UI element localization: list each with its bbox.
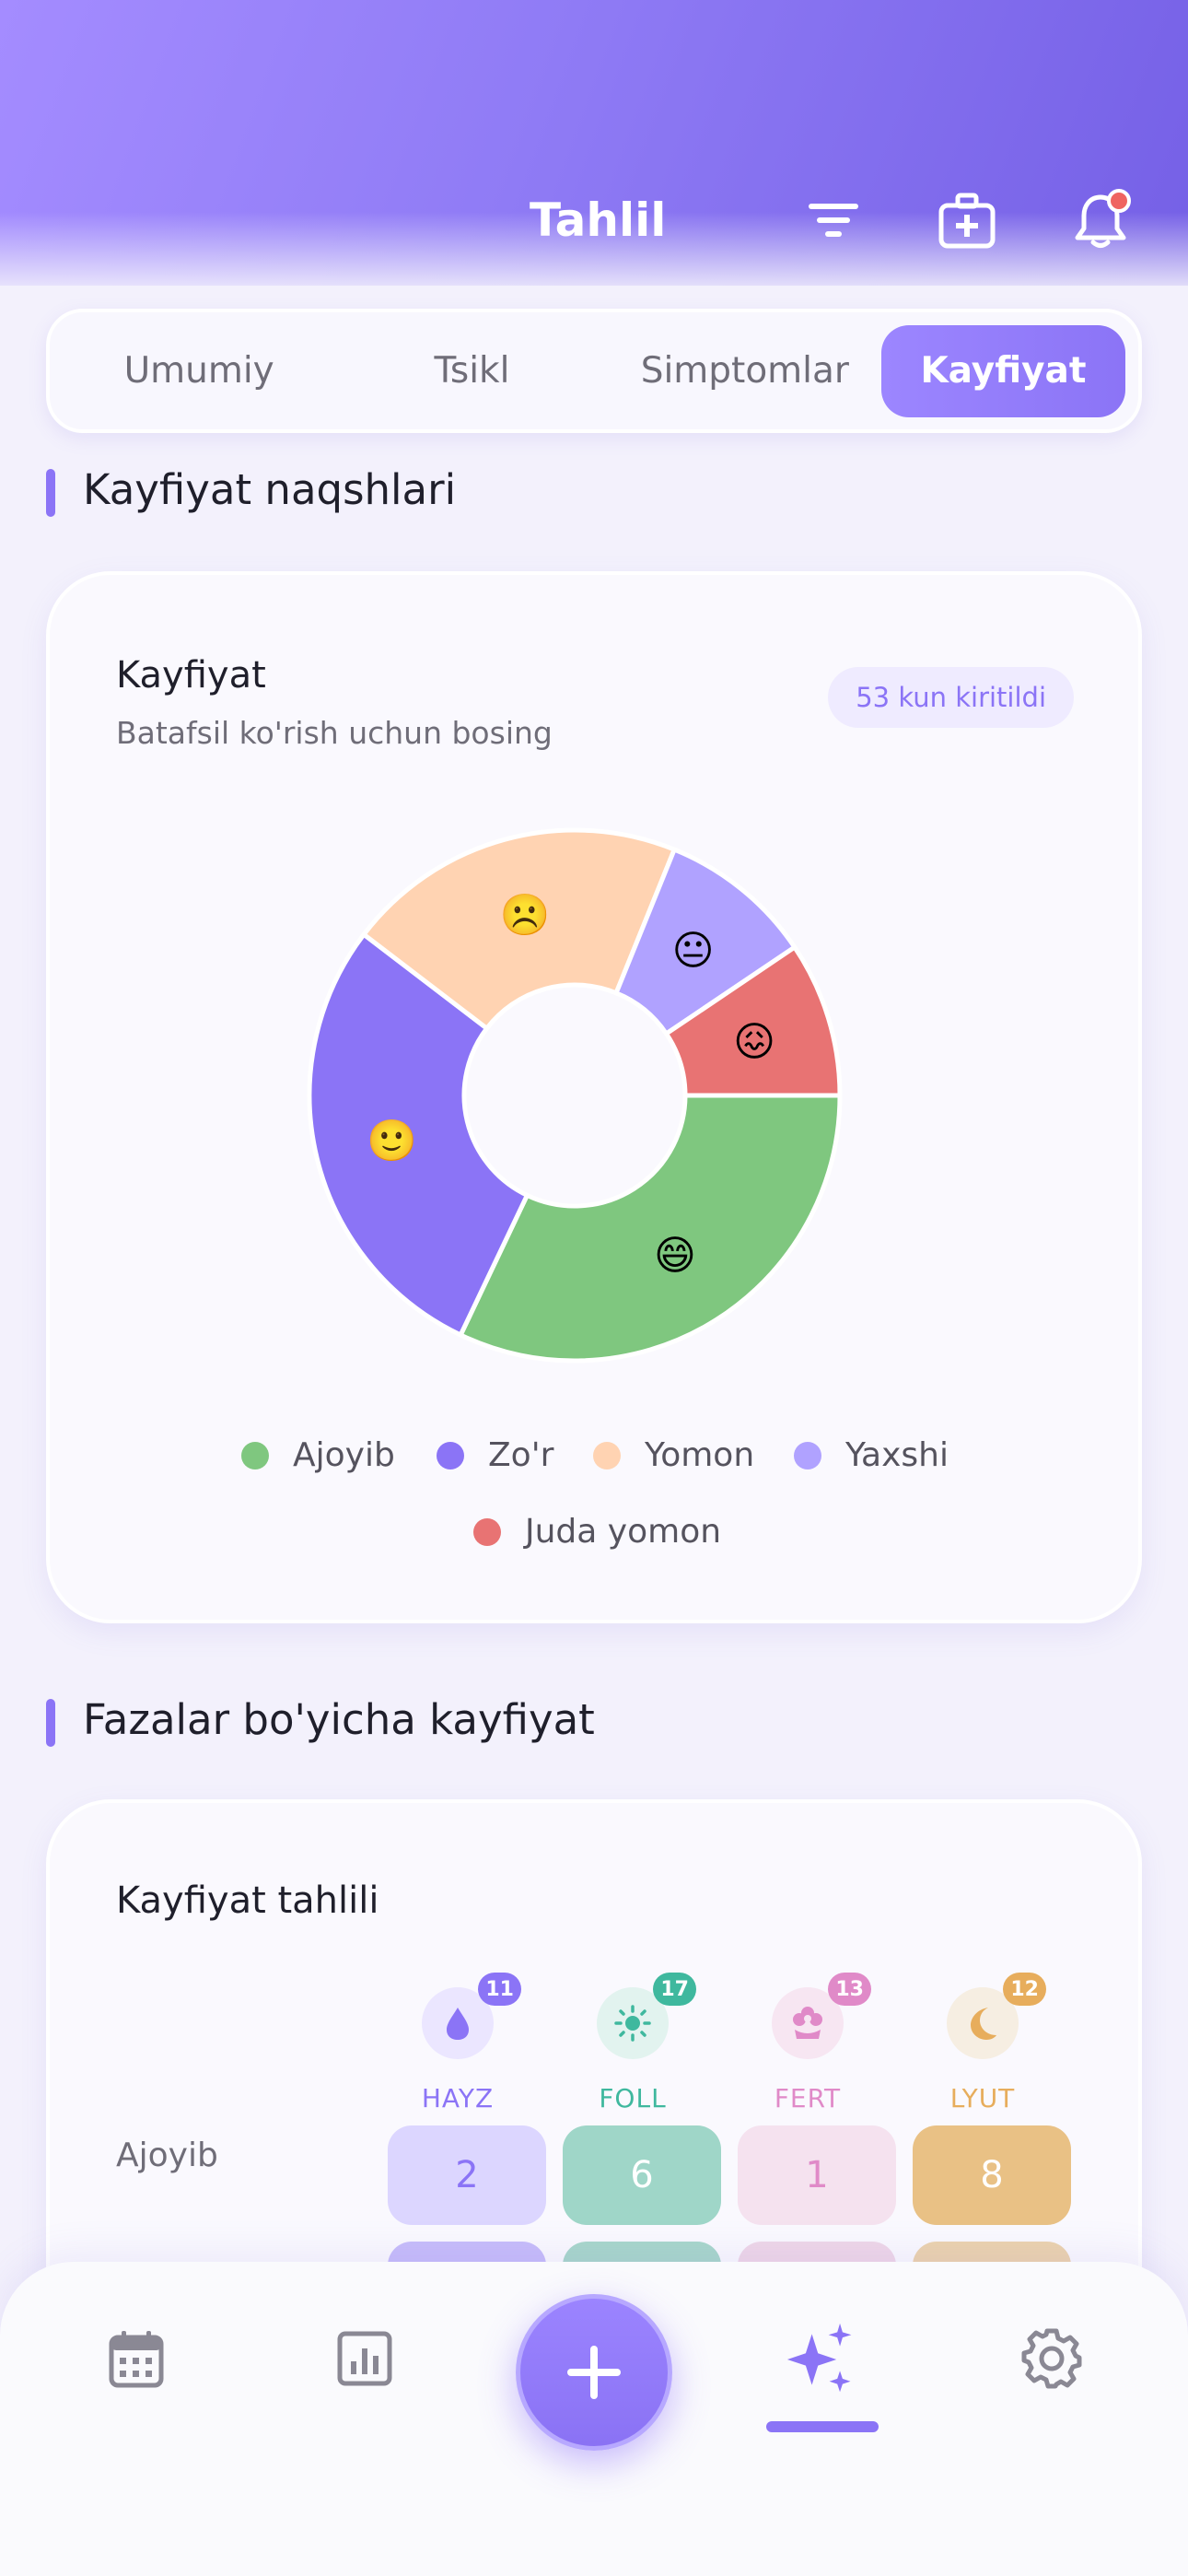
sun-icon: 17 <box>597 1973 696 2059</box>
phase-label: HAYZ <box>421 2083 495 2113</box>
legend-item-ajoyib: Ajoyib <box>241 1436 395 1474</box>
legend-item-yomon: Yomon <box>593 1436 754 1474</box>
slice-emoji-yomon: ☹️ <box>500 892 551 939</box>
phase-count: 17 <box>653 1973 696 2006</box>
page-title: Tahlil <box>530 193 667 247</box>
medical-kit-icon[interactable] <box>935 189 999 253</box>
tab-umumiy[interactable]: Umumiy <box>63 325 335 417</box>
slice-emoji-yaxshi: 😐 <box>672 928 715 975</box>
mood-donut-chart[interactable]: 😄 🙂 ☹️ 😐 😖 <box>289 810 860 1381</box>
mood-cell[interactable]: 2 <box>388 2125 546 2225</box>
settings-icon[interactable] <box>1015 2322 1089 2395</box>
entries-badge: 53 kun kiritildi <box>828 667 1074 728</box>
notification-badge <box>1107 189 1131 213</box>
legend-item-zor: Zo'r <box>437 1436 553 1474</box>
active-tab-indicator <box>766 2421 879 2432</box>
legend-item-yaxshi: Yaxshi <box>794 1436 949 1474</box>
phase-header-foll: 17 FOLL <box>554 1973 711 2113</box>
slice-emoji-ajoyib: 😄 <box>654 1233 696 1280</box>
legend-label: Juda yomon <box>525 1513 722 1551</box>
mood-cell[interactable]: 1 <box>738 2125 896 2225</box>
section-title-phase-mood: Fazalar bo'yicha kayfiyat <box>46 1695 595 1747</box>
filter-icon[interactable] <box>801 189 866 253</box>
calendar-icon[interactable] <box>99 2322 173 2395</box>
tab-tsikl[interactable]: Tsikl <box>335 325 608 417</box>
phase-count: 13 <box>828 1973 871 2006</box>
phase-header-fert: 13 FERT <box>729 1973 886 2113</box>
legend-label: Yaxshi <box>845 1436 949 1474</box>
phase-header-hayz: 11 HAYZ <box>379 1973 536 2113</box>
moon-icon: 12 <box>947 1973 1046 2059</box>
phase-label: FERT <box>774 2083 842 2113</box>
legend-dot <box>794 1441 821 1469</box>
phase-label: LYUT <box>949 2083 1016 2113</box>
mood-cell[interactable]: 8 <box>913 2125 1071 2225</box>
card-title: Kayfiyat tahlili <box>116 1879 379 1922</box>
drop-icon: 11 <box>422 1973 521 2059</box>
slice-emoji-zor: 🙂 <box>367 1118 417 1165</box>
section-title-mood-patterns: Kayfiyat naqshlari <box>46 465 456 517</box>
flower-icon: 13 <box>772 1973 871 2059</box>
legend-label: Zo'r <box>488 1436 554 1474</box>
phase-header-lyut: 12 LYUT <box>904 1973 1061 2113</box>
sparkle-icon[interactable] <box>786 2322 859 2395</box>
card-subtitle: Batafsil ko'rish uchun bosing <box>116 715 553 751</box>
legend-dot <box>437 1441 464 1469</box>
card-title: Kayfiyat <box>116 654 266 697</box>
row-label: Ajoyib <box>116 2137 218 2174</box>
slice-emoji-juda-yomon: 😖 <box>733 1018 775 1065</box>
legend-label: Ajoyib <box>293 1436 395 1474</box>
tab-simptomlar[interactable]: Simptomlar <box>609 325 881 417</box>
mood-chart-card[interactable]: Kayfiyat Batafsil ko'rish uchun bosing 5… <box>46 571 1142 1623</box>
legend-dot <box>593 1441 621 1469</box>
plus-icon <box>567 2346 621 2399</box>
legend-dot <box>241 1441 269 1469</box>
phase-label: FOLL <box>599 2083 667 2113</box>
bell-icon[interactable] <box>1068 189 1133 253</box>
tab-kayfiyat[interactable]: Kayfiyat <box>880 324 1125 417</box>
legend-item-juda-yomon: Juda yomon <box>473 1513 721 1551</box>
legend-label: Yomon <box>645 1436 755 1474</box>
phase-count: 12 <box>1003 1973 1046 2006</box>
legend-dot <box>473 1517 501 1546</box>
add-button[interactable] <box>516 2294 672 2451</box>
chart-icon[interactable] <box>328 2322 402 2395</box>
tab-bar: Umumiy Tsikl Simptomlar Kayfiyat <box>46 309 1142 433</box>
mood-cell[interactable]: 6 <box>563 2125 721 2225</box>
donut-slice-ajoyib[interactable] <box>457 1093 843 1364</box>
phase-count: 11 <box>478 1973 521 2006</box>
